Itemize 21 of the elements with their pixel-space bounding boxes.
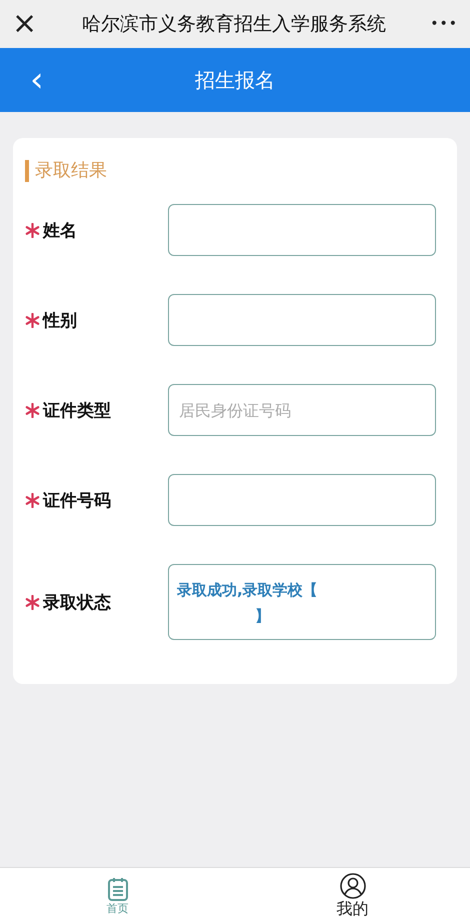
field-label: 证件类型	[43, 400, 111, 422]
field-label: 证件号码	[43, 490, 111, 512]
notepad-icon	[106, 876, 128, 900]
user-icon	[340, 872, 366, 898]
more-icon[interactable]: •••	[430, 16, 458, 32]
section-title: 录取结果	[25, 160, 107, 182]
input-field[interactable]	[168, 474, 436, 526]
field-label: 性别	[43, 310, 77, 332]
field-label: 录取状态	[43, 592, 111, 614]
window-title: 哈尔滨市义务教育招生入学服务系统	[81, 12, 388, 37]
input-field[interactable]	[168, 204, 436, 256]
status-field[interactable]: 录取成功,录取学校【 】	[168, 564, 436, 640]
field-label: 姓名	[43, 220, 77, 242]
close-icon[interactable]: ×	[12, 9, 38, 39]
tab[interactable]: 我的	[235, 868, 470, 924]
status-text: 录取成功,录取学校【	[177, 580, 318, 601]
input-field[interactable]	[168, 294, 436, 346]
page-title: 招生报名	[194, 66, 276, 94]
back-icon[interactable]: ‹	[30, 63, 44, 97]
status-text: 】	[255, 606, 270, 627]
input-field[interactable]: 居民身份证号码	[168, 384, 436, 436]
